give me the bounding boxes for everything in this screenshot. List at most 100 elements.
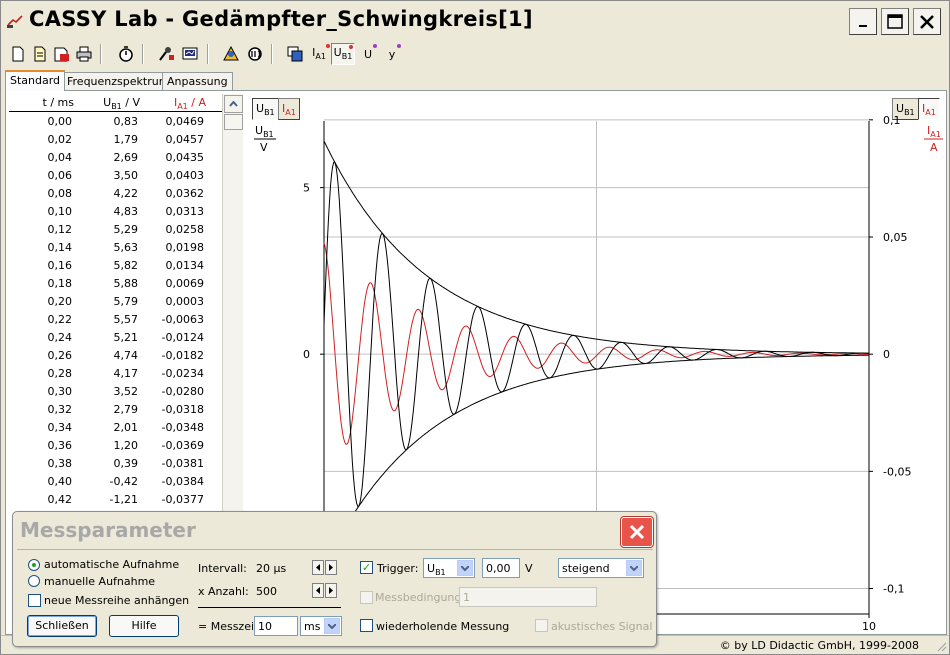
channel-button-u[interactable]: U xyxy=(357,43,379,65)
table-row[interactable]: 0,08 4,22 0,0362 xyxy=(9,185,222,203)
table-row[interactable]: 0,34 2,01 -0,0348 xyxy=(9,419,222,437)
channel-button-ub1[interactable]: UB1 xyxy=(331,43,355,65)
table-row[interactable]: 0,32 2,79 -0,0318 xyxy=(9,401,222,419)
dialog-close-button[interactable] xyxy=(620,516,654,548)
label-automatic: automatische Aufnahme xyxy=(44,558,180,571)
table-row[interactable]: 0,04 2,69 0,0435 xyxy=(9,149,222,167)
checkbox-repeat[interactable] xyxy=(360,619,373,632)
table-row[interactable]: 0,38 0,39 -0,0381 xyxy=(9,455,222,473)
checkbox-trigger[interactable]: ✓ xyxy=(360,561,373,574)
interval-increase[interactable] xyxy=(325,560,337,575)
table-row[interactable]: 0,40 -0,42 -0,0384 xyxy=(9,473,222,491)
open-icon[interactable] xyxy=(29,43,51,65)
measure-icon[interactable] xyxy=(244,43,266,65)
sum-line xyxy=(198,607,341,608)
toolbar: IA1 UB1 U y xyxy=(1,41,949,69)
chevron-down-icon[interactable] xyxy=(626,560,642,576)
chevron-down-icon[interactable] xyxy=(324,618,340,634)
messparameter-dialog: Messparameter automatische Aufnahme manu… xyxy=(12,511,657,647)
column-header-time[interactable]: t / ms xyxy=(43,96,74,109)
channel-button-ia1[interactable]: IA1 xyxy=(307,43,331,65)
table-row[interactable]: 0,18 5,88 0,0069 xyxy=(9,275,222,293)
table-cell: 0,22 xyxy=(47,313,73,326)
table-row[interactable]: 0,06 3,50 0,0403 xyxy=(9,167,222,185)
table-row[interactable]: 0,36 1,20 -0,0369 xyxy=(9,437,222,455)
save-icon[interactable] xyxy=(51,43,73,65)
interval-decrease[interactable] xyxy=(312,560,324,575)
close-button[interactable] xyxy=(913,8,941,35)
checkbox-acoustic[interactable] xyxy=(535,619,548,632)
label-manual: manuelle Aufnahme xyxy=(44,575,156,588)
table-cell: -0,0369 xyxy=(161,439,204,452)
table-row[interactable]: 0,26 4,74 -0,0182 xyxy=(9,347,222,365)
table-row[interactable]: 0,00 0,83 0,0469 xyxy=(9,113,222,131)
table-row[interactable]: 0,20 5,79 0,0003 xyxy=(9,293,222,311)
maximize-button[interactable] xyxy=(881,8,909,35)
table-cell: 2,69 xyxy=(113,151,139,164)
table-cell: 5,79 xyxy=(113,295,139,308)
table-cell: 0,12 xyxy=(47,223,73,236)
channel-dot xyxy=(373,44,377,48)
measure-time-unit-select[interactable]: ms xyxy=(300,616,342,636)
table-row[interactable]: 0,24 5,21 -0,0124 xyxy=(9,329,222,347)
table-cell: 5,21 xyxy=(113,331,139,344)
count-decrease[interactable] xyxy=(312,583,324,598)
tab-standard[interactable]: Standard xyxy=(5,70,66,91)
trigger-edge-value: steigend xyxy=(562,562,610,575)
measure-time-input[interactable]: 10 xyxy=(254,616,298,636)
dialog-separator xyxy=(17,549,653,550)
trigger-edge-select[interactable]: steigend xyxy=(558,558,644,578)
checkbox-condition[interactable] xyxy=(360,591,373,604)
radio-automatic[interactable] xyxy=(28,559,40,571)
x-tick-label: 10 xyxy=(862,620,876,633)
tab-frequenzspektrum[interactable]: Frequenzspektrum xyxy=(62,72,175,90)
column-header-current[interactable]: IA1 / A xyxy=(174,96,206,111)
scroll-up-button[interactable] xyxy=(224,95,243,113)
table-cell: 0,16 xyxy=(47,259,73,272)
scroll-thumb[interactable] xyxy=(224,114,243,130)
table-cell: -0,0234 xyxy=(161,367,204,380)
resize-grip-icon[interactable] xyxy=(935,640,947,652)
table-row[interactable]: 0,42 -1,21 -0,0377 xyxy=(9,491,222,509)
print-icon[interactable] xyxy=(73,43,95,65)
count-increase[interactable] xyxy=(325,583,337,598)
table-cell: 0,38 xyxy=(47,457,73,470)
radio-manual[interactable] xyxy=(28,575,40,587)
table-row[interactable]: 0,16 5,82 0,0134 xyxy=(9,257,222,275)
table-row[interactable]: 0,02 1,79 0,0457 xyxy=(9,131,222,149)
table-cell: -0,0124 xyxy=(161,331,204,344)
table-cell: 0,00 xyxy=(47,115,73,128)
main-window: CASSY Lab - Gedämpfter_Schwingkreis[1] I… xyxy=(0,0,950,655)
trigger-value-input[interactable]: 0,00 xyxy=(482,558,520,578)
trigger-channel-select[interactable]: UB1 xyxy=(423,558,475,578)
help-button[interactable]: Hilfe xyxy=(109,615,179,637)
display-icon[interactable] xyxy=(179,43,201,65)
chevron-down-icon[interactable] xyxy=(457,560,473,576)
minimize-button[interactable] xyxy=(849,8,877,35)
channel-dot xyxy=(349,45,353,49)
table-row[interactable]: 0,28 4,17 -0,0234 xyxy=(9,365,222,383)
interval-label: Intervall: xyxy=(198,562,247,575)
table-row[interactable]: 0,14 5,63 0,0198 xyxy=(9,239,222,257)
condition-input[interactable]: 1 xyxy=(459,587,597,607)
settings-icon[interactable] xyxy=(155,43,177,65)
table-cell: 5,57 xyxy=(113,313,139,326)
checkbox-append[interactable] xyxy=(28,594,41,607)
help-icon[interactable] xyxy=(220,43,242,65)
table-row[interactable]: 0,10 4,83 0,0313 xyxy=(9,203,222,221)
table-row[interactable]: 0,22 5,57 -0,0063 xyxy=(9,311,222,329)
column-header-voltage[interactable]: UB1 / V xyxy=(103,96,140,111)
channel-button-y[interactable]: y xyxy=(381,43,403,65)
close-dialog-button[interactable]: Schließen xyxy=(27,615,97,637)
table-row[interactable]: 0,30 3,52 -0,0280 xyxy=(9,383,222,401)
y2-tick-label: -0,05 xyxy=(883,465,911,478)
tab-anpassung[interactable]: Anpassung xyxy=(162,72,233,90)
table-header: t / ms UB1 / V IA1 / A xyxy=(9,94,222,112)
table-cell: 4,74 xyxy=(113,349,139,362)
new-icon[interactable] xyxy=(7,43,29,65)
table-scrollbar[interactable] xyxy=(222,94,243,514)
table-row[interactable]: 0,12 5,29 0,0258 xyxy=(9,221,222,239)
stopwatch-icon[interactable] xyxy=(115,43,137,65)
unit-value: ms xyxy=(304,620,321,633)
window-icon[interactable] xyxy=(284,43,306,65)
